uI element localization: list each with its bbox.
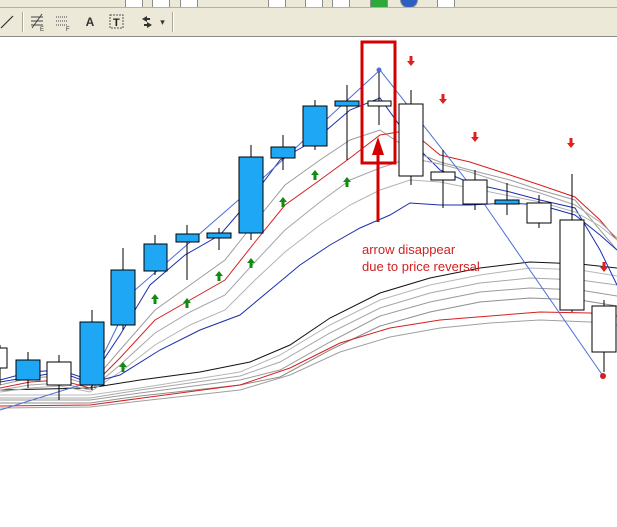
toolbar-button[interactable]: [152, 0, 170, 7]
drawing-toolbar: E F A T ▾: [0, 8, 617, 37]
toolbar-button[interactable]: [305, 0, 323, 7]
svg-text:E: E: [40, 27, 44, 31]
down-arrow-icon: [439, 94, 447, 104]
annotation-line-1: arrow disappear: [362, 242, 456, 257]
svg-text:F: F: [66, 27, 70, 31]
candle-bearish: [430, 171, 456, 181]
candle-bearish: [398, 103, 424, 177]
candle-bullish: [143, 243, 168, 272]
up-arrow-icon: [247, 258, 255, 268]
candle-bullish: [238, 156, 264, 234]
chart-canvas[interactable]: [0, 38, 617, 522]
fibonacci-expansion-icon[interactable]: E: [26, 11, 48, 33]
candle-bullish: [110, 269, 136, 326]
toolbar-button[interactable]: [125, 0, 143, 7]
arrows-icon[interactable]: ▾: [137, 11, 167, 33]
text-label-icon[interactable]: T: [106, 11, 128, 33]
candle-bullish: [334, 100, 360, 107]
candle-bearish: [0, 347, 8, 369]
candle-bearish: [559, 219, 585, 311]
zigzag-high-point: [376, 67, 382, 73]
up-arrow-icon: [119, 362, 127, 372]
text-label-glyph: T: [113, 17, 120, 29]
toolbar-separator: [172, 12, 174, 32]
dropdown-icon[interactable]: ▾: [160, 17, 165, 28]
candle-bullish: [270, 146, 296, 159]
candle-bearish: [367, 100, 392, 107]
candle-bearish: [526, 202, 552, 224]
toolbar-button[interactable]: [332, 0, 350, 7]
toolbar-button[interactable]: [370, 0, 388, 7]
down-arrow-icon: [471, 132, 479, 142]
toolbar-button[interactable]: [180, 0, 198, 7]
toolbar-button[interactable]: [400, 0, 418, 7]
candle-bullish: [494, 199, 520, 205]
up-arrow-icon: [343, 177, 351, 187]
text-icon[interactable]: A: [79, 11, 101, 33]
candle-bearish: [46, 361, 72, 386]
candle-bullish: [206, 232, 232, 239]
toolbar-button[interactable]: [268, 0, 286, 7]
zigzag-low-point: [600, 373, 606, 379]
price-chart[interactable]: [0, 38, 617, 522]
fibonacci-fan-icon[interactable]: F: [52, 11, 74, 33]
candle-bearish: [462, 179, 488, 205]
candlesticks: [0, 72, 617, 400]
candle-bullish: [15, 359, 41, 381]
up-arrow-icon: [215, 271, 223, 281]
candle-bullish: [175, 233, 200, 243]
up-arrow-icon: [151, 294, 159, 304]
annotation-text: arrow disappear due to price reversal: [362, 241, 480, 275]
down-arrow-icon: [407, 56, 415, 66]
down-arrow-icon: [567, 138, 575, 148]
toolbar-button[interactable]: [437, 0, 455, 7]
toolbar-separator: [22, 12, 24, 32]
up-arrow-icon: [279, 197, 287, 207]
up-arrow-icon: [183, 298, 191, 308]
annotation-line-2: due to price reversal: [362, 259, 480, 274]
candle-bullish: [302, 105, 328, 147]
candle-bearish: [591, 305, 617, 353]
up-arrow-icon: [311, 170, 319, 180]
candle-bullish: [79, 321, 105, 386]
line-tool-icon[interactable]: [0, 11, 18, 33]
top-toolbar-strip: [0, 0, 617, 8]
